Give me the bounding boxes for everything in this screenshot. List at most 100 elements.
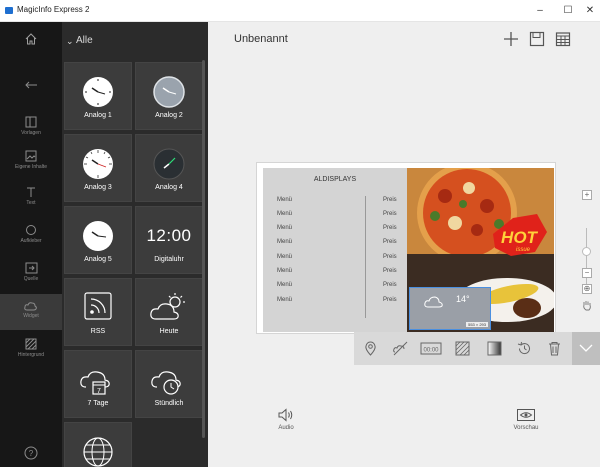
add-icon[interactable] [502, 30, 520, 48]
hand-pan-icon[interactable] [581, 299, 593, 311]
maximize-button[interactable]: ☐ [556, 3, 580, 19]
app-icon [5, 7, 13, 14]
background-icon [25, 338, 37, 350]
menu-row: Menü Preis [277, 268, 397, 274]
trash-icon[interactable] [546, 340, 563, 357]
rail-stickers[interactable]: Aufkleber [0, 224, 62, 244]
history-icon[interactable] [516, 340, 533, 357]
analog-clock-icon [83, 77, 113, 107]
title-bar: MagicInfo Express 2 – ☐ ✕ [0, 0, 600, 22]
audio-button[interactable]: Audio [274, 408, 298, 431]
rail-templates[interactable]: Vorlagen [0, 116, 62, 136]
window-title: MagicInfo Express 2 [17, 5, 90, 14]
widget-tile-analog-4[interactable]: Analog 4 [135, 134, 203, 202]
zoom-out-button[interactable]: − [582, 268, 592, 278]
location-icon[interactable] [362, 340, 379, 357]
toolbar-collapse-button[interactable] [572, 332, 600, 365]
panel-scrollbar[interactable] [202, 60, 205, 438]
tile-label: Stündlich [154, 400, 184, 407]
main-area: Unbenannt ALDISPLAYS Menü Preis Menü Preis… [208, 22, 600, 467]
zoom-slider-track[interactable] [586, 228, 587, 292]
rail-text[interactable]: Text [0, 186, 62, 206]
widget-tile-analog-5[interactable]: Analog 5 [64, 206, 132, 274]
preview-button[interactable]: Vorschau [511, 408, 541, 431]
pattern-icon[interactable] [454, 340, 471, 357]
svg-text:00:00: 00:00 [423, 348, 439, 354]
zoom-fit-button[interactable]: ⊕ [582, 284, 592, 294]
rail-widget[interactable]: Widget [0, 294, 62, 330]
save-icon[interactable] [528, 30, 546, 48]
rail-help[interactable]: ? [0, 446, 62, 460]
widget-tile-7days[interactable]: 7 7 Tage [64, 350, 132, 418]
sticker-icon [26, 225, 36, 235]
rail-home[interactable] [0, 32, 62, 46]
widget-tile-hourly[interactable]: Stündlich [135, 350, 203, 418]
rail-label: Hintergrund [17, 352, 45, 358]
menu-row: Menü Preis [277, 211, 397, 217]
widget-panel: ⌄ Alle Analog 1 Analog 2 Analog 3 Analog… [62, 22, 208, 467]
rail-back[interactable] [0, 80, 62, 90]
widget-tile-globe[interactable] [64, 422, 132, 467]
widget-tile-digital[interactable]: 12:00 Digitaluhr [135, 206, 203, 274]
weather-widget[interactable]: 14° 553 × 293 [409, 287, 491, 330]
clock-format-icon[interactable]: 00:00 [420, 340, 442, 357]
minimize-button[interactable]: – [528, 3, 552, 19]
tile-label: Digitaluhr [154, 256, 184, 263]
widget-toolbar: 00:00 [354, 332, 572, 365]
analog-clock-icon [83, 149, 113, 179]
widget-tile-today[interactable]: Heute [135, 278, 203, 346]
rail-label: Eigene Inhalte [15, 164, 47, 170]
rail-background[interactable]: Hintergrund [0, 338, 62, 358]
back-arrow-icon [25, 81, 37, 89]
widget-tile-rss[interactable]: RSS [64, 278, 132, 346]
menu-row: Menü Preis [277, 239, 397, 245]
gradient-icon[interactable] [486, 340, 503, 357]
tile-label: Heute [159, 328, 179, 335]
close-button[interactable]: ✕ [578, 3, 600, 19]
menu-board[interactable]: ALDISPLAYS Menü Preis Menü Preis Menü Preis… [263, 168, 407, 332]
menu-row: Menü Preis [277, 197, 397, 203]
zoom-slider-thumb[interactable] [582, 247, 591, 256]
rail-label: Aufkleber [20, 238, 42, 244]
widget-tile-analog-2[interactable]: Analog 2 [135, 62, 203, 130]
rail-label: Text [26, 200, 36, 206]
analog-clock-icon [153, 148, 185, 180]
no-weather-icon[interactable] [392, 340, 409, 357]
templates-icon [25, 116, 37, 128]
tile-label: Analog 5 [84, 256, 112, 263]
tile-label: Analog 2 [155, 112, 183, 119]
hot-badge-text: HOT [501, 228, 539, 247]
preview-label: Vorschau [513, 425, 539, 431]
widget-cloud-icon [24, 302, 37, 311]
widget-tile-analog-3[interactable]: Analog 3 [64, 134, 132, 202]
svg-text:?: ? [29, 449, 34, 458]
source-icon [25, 262, 37, 274]
rail-label: Quelle [23, 276, 39, 282]
home-icon [25, 33, 37, 45]
cloud-icon [424, 296, 443, 308]
tile-label: Analog 4 [155, 184, 183, 191]
grid-icon[interactable] [554, 30, 572, 48]
rail-label: Widget [23, 313, 39, 319]
filter-label: Alle [76, 35, 93, 46]
widget-tile-analog-1[interactable]: Analog 1 [64, 62, 132, 130]
hot-badge-subtext: issue [516, 247, 531, 253]
audio-label: Audio [278, 425, 294, 431]
image-icon [25, 150, 37, 162]
zoom-in-button[interactable]: + [582, 190, 592, 200]
menu-row: Menü Preis [277, 282, 397, 288]
tile-label: Analog 3 [84, 184, 112, 191]
rail-source[interactable]: Quelle [0, 262, 62, 282]
rail-own-content[interactable]: Eigene Inhalte [0, 150, 62, 170]
analog-clock-icon [153, 76, 185, 108]
filter-dropdown[interactable]: ⌄ Alle [62, 22, 208, 60]
design-canvas[interactable]: ALDISPLAYS Menü Preis Menü Preis Menü Preis… [256, 162, 556, 334]
nav-rail: Vorlagen Eigene Inhalte Text Aufkleber Q… [0, 22, 62, 467]
weather-today-icon [150, 293, 185, 320]
menu-row: Menü Preis [277, 225, 397, 231]
preview-eye-icon [517, 409, 535, 421]
menu-title: ALDISPLAYS [313, 176, 357, 183]
document-title[interactable]: Unbenannt [234, 33, 288, 45]
globe-icon [83, 437, 113, 467]
text-icon [27, 187, 35, 197]
